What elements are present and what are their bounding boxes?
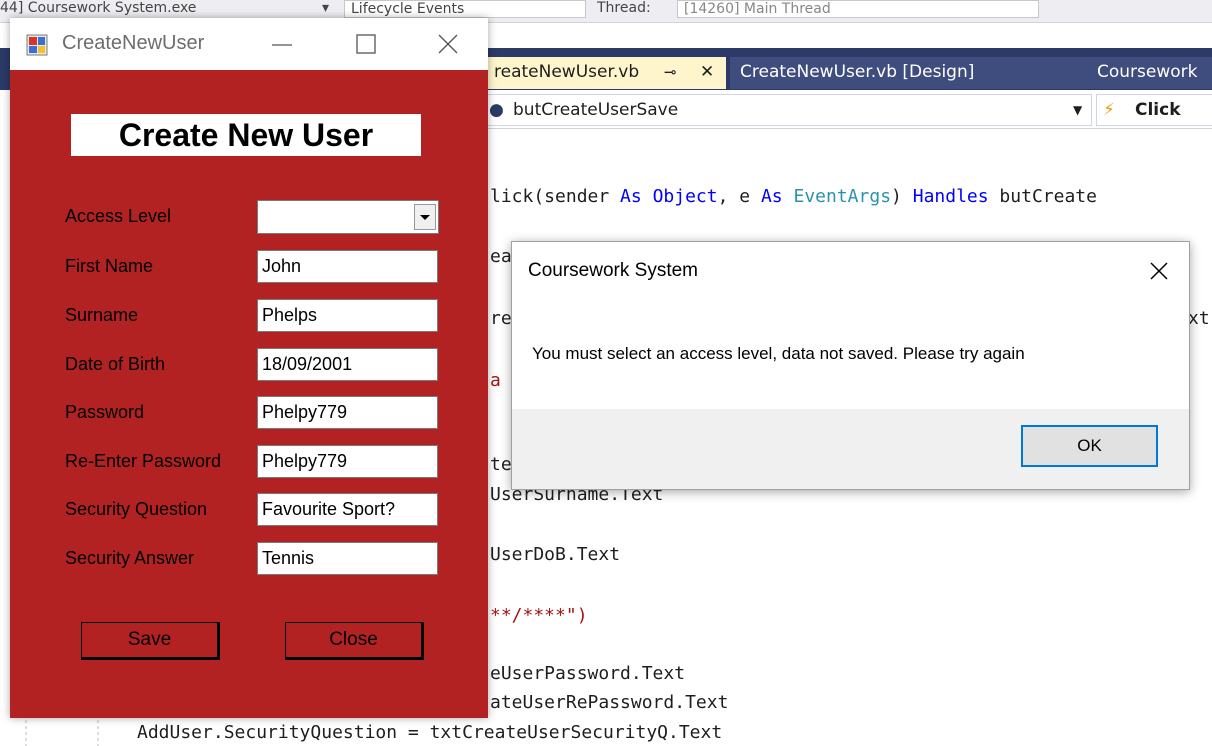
code-line: re [490, 308, 512, 329]
password-label: Password [65, 402, 145, 422]
security-answer-field[interactable]: Tennis [257, 542, 438, 575]
close-icon[interactable]: ✕ [700, 57, 714, 87]
dialog-message: You must select an access level, data no… [532, 344, 1025, 363]
message-box-dialog: Coursework System You must select an acc… [511, 241, 1190, 490]
window-titlebar[interactable]: CreateNewUser [10, 18, 488, 70]
form-heading: Create New User [71, 114, 421, 156]
surname-label: Surname [65, 305, 139, 325]
code-line: te [490, 454, 512, 475]
event-member-icon: ● [489, 100, 504, 120]
chevron-down-icon [420, 215, 430, 220]
thread-label: Thread: [597, 0, 651, 16]
close-button[interactable]: Close [285, 622, 424, 660]
minimize-icon[interactable] [262, 28, 302, 60]
code-line: ateUserRePassword.Text [490, 692, 729, 713]
close-icon[interactable] [1144, 256, 1174, 286]
maximize-icon[interactable] [346, 28, 386, 60]
code-line-fragment: xt [1188, 308, 1210, 329]
dob-field[interactable]: 18/09/2001 [257, 348, 438, 381]
code-line: UserDoB.Text [490, 544, 621, 565]
code-line: **/****") [490, 605, 588, 626]
security-answer-label: Security Answer [65, 548, 195, 568]
repassword-field[interactable]: Phelpy779 [257, 445, 438, 478]
dialog-title: Coursework System [528, 260, 698, 281]
code-line: a [490, 370, 501, 391]
security-question-field[interactable]: Favourite Sport? [257, 493, 438, 526]
first-name-field[interactable]: John [257, 250, 438, 283]
event-dropdown[interactable]: ⚡ Click [1096, 94, 1212, 126]
member-dropdown[interactable]: ● butCreateUserSave ▼ [480, 94, 1092, 126]
dob-label: Date of Birth [65, 354, 166, 374]
form-app-icon [26, 34, 48, 56]
pin-icon[interactable]: ⊸ [664, 57, 677, 87]
security-question-label: Security Question [65, 499, 208, 519]
code-line: ea [490, 246, 512, 267]
access-level-label: Access Level [65, 206, 172, 226]
chevron-down-icon[interactable]: ▼ [1073, 95, 1082, 125]
first-name-label: First Name [65, 256, 154, 276]
tab-coursework[interactable]: Coursework [1087, 57, 1212, 89]
event-label: Click [1135, 100, 1181, 120]
tab-createnewuser-design[interactable]: CreateNewUser.vb [Design] [730, 57, 1090, 89]
ok-button[interactable]: OK [1021, 425, 1158, 467]
dropdown-arrow-button[interactable] [414, 204, 436, 230]
code-line: eUserPassword.Text [490, 663, 686, 684]
member-label: butCreateUserSave [513, 100, 679, 120]
code-line-sub-declaration: lick(sender As Object, e As EventArgs) H… [490, 186, 1097, 207]
create-new-user-window: CreateNewUser Create New User Access Lev… [10, 18, 488, 718]
window-title: CreateNewUser [62, 32, 205, 54]
access-level-dropdown[interactable] [257, 200, 439, 234]
thread-dropdown[interactable]: [14260] Main Thread [677, 0, 1039, 18]
lifecycle-events-dropdown[interactable]: Lifecycle Events [344, 0, 586, 18]
tab-label: reateNewUser.vb [494, 62, 640, 82]
save-button[interactable]: Save [81, 622, 220, 660]
tab-createnewuser-vb[interactable]: reateNewUser.vb ⊸ ✕ [480, 57, 726, 89]
lightning-icon: ⚡ [1103, 100, 1115, 120]
surname-field[interactable]: Phelps [257, 299, 438, 332]
close-icon[interactable] [428, 28, 468, 60]
repassword-label: Re-Enter Password [65, 451, 222, 471]
chevron-down-icon[interactable]: ▾ [322, 0, 329, 16]
process-selector[interactable]: 44] Coursework System.exe [0, 0, 196, 16]
password-field[interactable]: Phelpy779 [257, 396, 438, 429]
dialog-footer: OK [512, 409, 1189, 489]
code-line: AddUser.SecurityQuestion = txtCreateUser… [137, 722, 723, 743]
